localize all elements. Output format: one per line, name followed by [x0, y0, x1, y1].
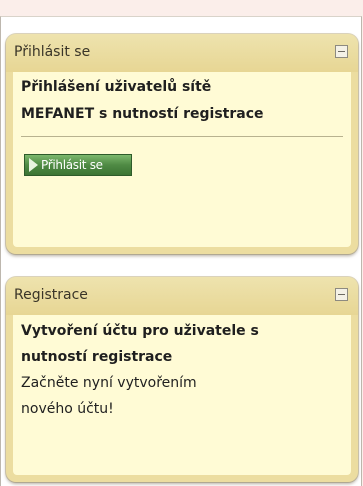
register-block-title: Registrace	[14, 287, 88, 303]
login-button[interactable]: Přihlásit se	[24, 154, 132, 176]
register-block-header: Registrace	[6, 277, 358, 315]
register-description-line1: Vytvoření účtu pro uživatele s	[21, 323, 259, 339]
create-account-link-line1[interactable]: Začněte nyní vytvořením	[21, 371, 343, 396]
sidebar-column: Přihlásit se Přihlášení uživatelů sítě M…	[0, 16, 362, 486]
register-description-line2: nutností registrace	[21, 349, 173, 365]
divider	[21, 136, 343, 137]
login-block: Přihlásit se Přihlášení uživatelů sítě M…	[6, 34, 358, 254]
collapse-icon[interactable]	[335, 45, 348, 58]
login-block-header: Přihlásit se	[6, 34, 358, 72]
login-block-title: Přihlásit se	[14, 44, 91, 60]
login-button-label: Přihlásit se	[41, 158, 103, 172]
login-block-body: Přihlášení uživatelů sítě MEFANET s nutn…	[13, 72, 351, 247]
collapse-icon[interactable]	[335, 288, 348, 301]
login-description-line1: Přihlášení uživatelů sítě	[21, 79, 212, 95]
register-block: Registrace Vytvoření účtu pro uživatele …	[6, 277, 358, 482]
register-block-body: Vytvoření účtu pro uživatele s nutností …	[13, 315, 351, 475]
right-arrow-icon	[29, 158, 38, 172]
login-description-line2: MEFANET s nutností registrace	[21, 106, 264, 122]
create-account-link-line2[interactable]: nového účtu!	[21, 397, 343, 422]
